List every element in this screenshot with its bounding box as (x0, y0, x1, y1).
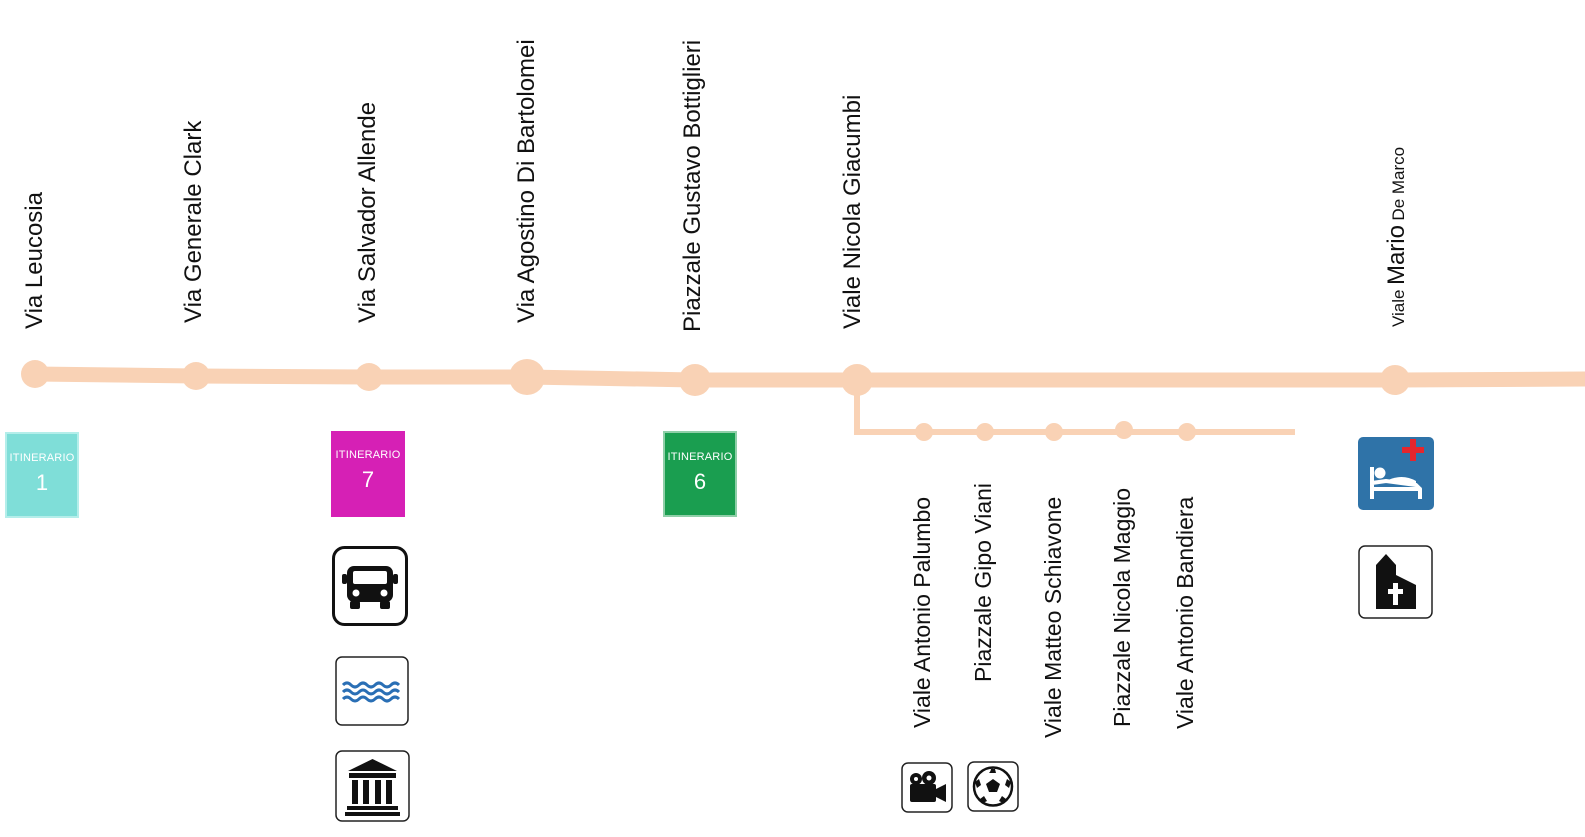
stop-label-via-generale-clark: Via Generale Clark (180, 120, 207, 323)
branch-stop-marker[interactable] (1045, 423, 1063, 441)
stop-label-viale-nicola-giacumbi: Viale Nicola Giacumbi (839, 94, 866, 329)
stop-label-part: Mario (1383, 225, 1410, 286)
stop-marker[interactable] (509, 359, 545, 395)
church-icon[interactable] (1358, 545, 1433, 619)
cinema-icon[interactable] (901, 762, 953, 813)
stop-marker[interactable] (679, 364, 711, 396)
stop-label-via-salvador-allende: Via Salvador Allende (354, 101, 381, 323)
main-route-line (27, 366, 1585, 388)
branch-label-viale-antonio-bandiera: Viale Antonio Bandiera (1172, 496, 1198, 729)
stop-label-via-agostino-di-bartolomei: Via Agostino Di Bartolomei (513, 39, 540, 323)
football-icon[interactable] (967, 761, 1019, 812)
stop-marker[interactable] (1380, 365, 1410, 395)
stop-marker[interactable] (355, 363, 383, 391)
branch-label-viale-matteo-schiavone: Viale Matteo Schiavone (1040, 496, 1066, 738)
stop-label-piazzale-gustavo-bottiglieri: Piazzale Gustavo Bottiglieri (679, 39, 706, 332)
branch-stop-marker[interactable] (976, 423, 994, 441)
stop-label-viale-mario-de-marco: Viale Mario De Marco (1383, 146, 1410, 328)
branch-label-piazzale-nicola-maggio: Piazzale Nicola Maggio (1109, 487, 1135, 727)
itinerary-label: ITINERARIO (335, 449, 401, 461)
branch-stop-marker[interactable] (1178, 423, 1196, 441)
museum-icon[interactable] (335, 750, 410, 822)
itinerary-number: 7 (361, 467, 375, 492)
itinerary-label: ITINERARIO (9, 452, 75, 464)
branch-label-piazzale-gipo-viani: Piazzale Gipo Viani (970, 482, 996, 682)
itinerary-6-badge[interactable]: ITINERARIO 6 (663, 431, 737, 517)
stop-marker[interactable] (841, 364, 873, 396)
branch-label-viale-antonio-palumbo: Viale Antonio Palumbo (909, 496, 935, 728)
stop-label-part: Viale (1389, 289, 1408, 328)
stop-marker[interactable] (21, 360, 49, 388)
bus-icon[interactable] (332, 546, 408, 626)
stop-label-part: De Marco (1389, 146, 1408, 221)
stop-marker[interactable] (182, 362, 210, 390)
hospital-icon[interactable] (1358, 437, 1434, 510)
itinerary-label: ITINERARIO (667, 451, 733, 463)
branch-stop-marker[interactable] (915, 423, 933, 441)
itinerary-number: 6 (693, 469, 707, 494)
stop-label-via-leucosia: Via Leucosia (21, 192, 48, 329)
branch-stop-marker[interactable] (1115, 421, 1133, 439)
itinerary-7-badge[interactable]: ITINERARIO 7 (331, 431, 405, 517)
itinerary-1-badge[interactable]: ITINERARIO 1 (5, 432, 79, 518)
sea-icon[interactable] (335, 656, 409, 726)
itinerary-number: 1 (35, 470, 49, 495)
route-map (21, 359, 1585, 441)
